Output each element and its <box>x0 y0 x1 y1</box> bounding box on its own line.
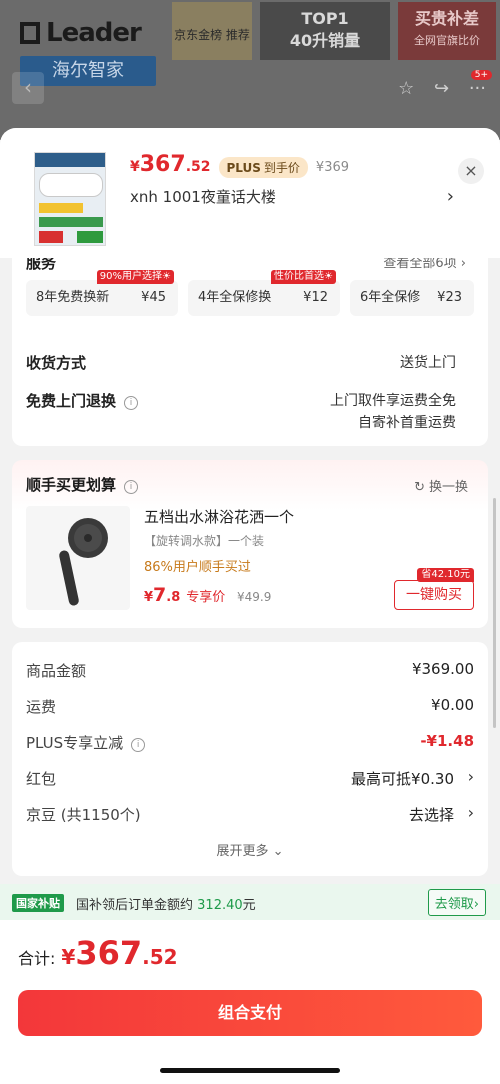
brand-logo: Leader <box>20 18 142 48</box>
price-guarantee-badge: 买贵补差 全网官旗比价 <box>398 2 496 60</box>
addon-hint: 86%用户顺手买过 <box>144 560 251 575</box>
close-button[interactable]: × <box>458 158 484 184</box>
service-tag: 90%用户选择☀ <box>96 270 174 284</box>
more-icon[interactable]: ··· <box>469 78 486 99</box>
plus-price-tag: PLUS 到手价 <box>218 156 308 178</box>
checkout-sheet: ¥367.52 PLUS 到手价 ¥369 × xnh 1001夜童话大楼 › 服… <box>0 128 500 1084</box>
savings-tag: 省42.10元 <box>417 568 474 582</box>
checkout-footer: 合计: ¥367.52 组合支付 <box>0 920 500 1084</box>
home-indicator <box>160 1068 340 1073</box>
order-total: 合计: ¥367.52 <box>18 934 178 972</box>
addon-product-spec: 【旋转调水款】一个装 <box>144 534 265 548</box>
expand-more-button[interactable]: 展开更多 ⌄ <box>12 840 488 859</box>
service-option[interactable]: 8年免费换新 ¥45 90%用户选择☀ <box>26 270 178 316</box>
delivery-method-label: 收货方式 <box>26 354 87 372</box>
showerhead-image[interactable] <box>26 506 130 610</box>
top-actions: ☆ ↪ ··· <box>384 78 486 99</box>
swap-button[interactable]: ↻ 换一换 <box>414 476 472 495</box>
chevron-down-icon: ⌄ <box>272 844 284 859</box>
summary-row: 商品金额 ¥369.00 <box>26 660 474 680</box>
background-product-page: Leader 海尔智家 京东金榜 推荐 TOP1 40升销量 买贵补差 全网官旗比价… <box>0 0 500 140</box>
product-thumbnail[interactable] <box>34 152 106 246</box>
info-icon[interactable]: i <box>131 738 146 752</box>
original-price: ¥369 <box>315 159 350 175</box>
star-icon[interactable]: ☆ <box>398 78 414 99</box>
delivery-method-value: 送货上门 <box>400 355 456 371</box>
claim-subsidy-button[interactable]: 去领取› <box>427 889 486 916</box>
addon-price: ¥7.8 专享价 <box>144 584 226 606</box>
cart-count-badge: 5+ <box>470 70 492 80</box>
refresh-icon: ↻ <box>414 480 425 495</box>
scrollbar[interactable] <box>493 498 496 728</box>
chevron-right-icon[interactable]: › <box>447 186 454 207</box>
addon-original-price: ¥49.9 <box>237 590 272 604</box>
service-option[interactable]: 4年全保修换 ¥12 性价比首选☀ <box>188 270 340 316</box>
jingdou-row[interactable]: 京豆 (共1150个) 去选择 › <box>26 803 474 824</box>
price-summary-card: 商品金额 ¥369.00 运费 ¥0.00 PLUS专享立减 i -¥1.48 红… <box>12 642 488 876</box>
info-icon[interactable]: i <box>124 480 139 494</box>
chevron-right-icon: › <box>467 803 474 822</box>
chevron-right-icon: › <box>467 767 474 786</box>
back-arrow-icon[interactable]: ‹ <box>12 72 44 104</box>
addon-product-name[interactable]: 五档出水淋浴花洒一个 <box>144 506 294 527</box>
info-icon[interactable]: i <box>124 396 139 410</box>
subsidy-badge: 国家补贴 <box>12 894 64 912</box>
delivery-address[interactable]: xnh 1001夜童话大楼 <box>130 186 276 207</box>
free-return-value: 上门取件享运费全免 自寄补首重运费 <box>330 393 456 431</box>
service-tag: 性价比首选☀ <box>271 270 336 284</box>
services-card: 服务 查看全部6项 › 8年免费换新 ¥45 90%用户选择☀ 4年全保修换 ¥… <box>12 240 488 446</box>
one-click-buy-button[interactable]: 一键购买 <box>394 580 474 610</box>
service-option[interactable]: 6年全保修 ¥23 <box>350 280 474 316</box>
top-sales-badge: TOP1 40升销量 <box>260 2 390 60</box>
subsidy-bar: 国家补贴 国补领后订单金额约 312.40元 去领取› <box>0 884 500 920</box>
subsidy-text: 国补领后订单金额约 312.40元 <box>76 898 256 913</box>
price-row: ¥367.52 PLUS 到手价 ¥369 <box>130 152 349 182</box>
addon-title: 顺手买更划算 i <box>26 474 139 495</box>
free-return-label: 免费上门退换 i <box>26 390 139 411</box>
rank-badge: 京东金榜 推荐 <box>172 2 252 60</box>
sheet-header: ¥367.52 PLUS 到手价 ¥369 × xnh 1001夜童话大楼 › <box>0 128 500 258</box>
summary-row: PLUS专享立减 i -¥1.48 <box>26 732 474 752</box>
summary-row: 运费 ¥0.00 <box>26 696 474 716</box>
combined-pay-button[interactable]: 组合支付 <box>18 990 482 1036</box>
addon-card: 顺手买更划算 i ↻ 换一换 五档出水淋浴花洒一个 【旋转调水款】一个装 86%用户… <box>12 460 488 628</box>
final-price: ¥367.52 <box>130 152 211 177</box>
share-icon[interactable]: ↪ <box>434 78 449 99</box>
red-packet-row[interactable]: 红包 最高可抵¥0.30 › <box>26 767 474 788</box>
